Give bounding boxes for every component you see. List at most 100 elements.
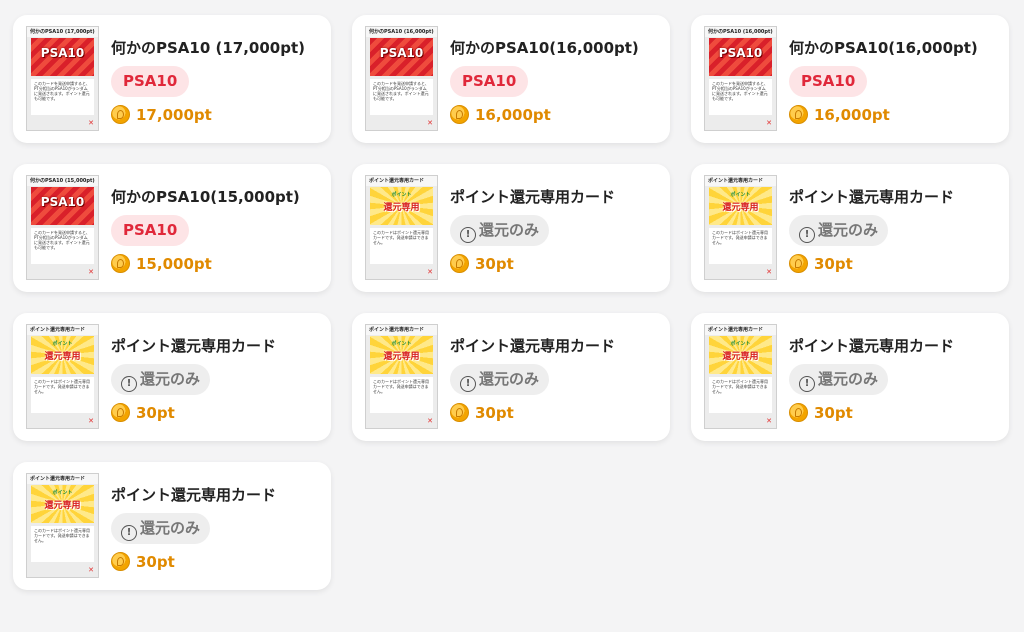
psa-badge: PSA10 <box>450 66 529 97</box>
thumbnail-description: このカードはポイント還元専用カードです。発送申請はできません。 <box>31 526 94 562</box>
card-thumbnail: ポイント還元専用カード ポイント 還元専用 このカードはポイント還元専用カードで… <box>26 473 99 578</box>
thumbnail-header: 何かのPSA10 (16,000pt) <box>366 27 437 37</box>
thumbnail-art-label: PSA10 <box>40 195 85 209</box>
price-text: 30pt <box>814 254 853 273</box>
psa-badge: PSA10 <box>111 66 190 97</box>
price-text: 30pt <box>475 254 514 273</box>
thumbnail-art-label: 還元専用 <box>722 203 759 213</box>
card-title: ポイント還元専用カード <box>111 337 277 355</box>
price-text: 30pt <box>475 403 514 422</box>
price: 30pt <box>111 403 175 422</box>
card-title: 何かのPSA10 (17,000pt) <box>111 39 306 57</box>
price-text: 30pt <box>136 552 175 571</box>
card-item[interactable]: 何かのPSA10 (17,000pt) PSA10 このカードを発送申請すると、… <box>13 15 331 143</box>
alert-icon: ! <box>460 376 476 392</box>
return-only-badge: ! 還元のみ <box>450 364 550 395</box>
coin-icon <box>789 254 808 273</box>
return-only-badge: ! 還元のみ <box>789 215 889 246</box>
alert-icon: ! <box>121 376 137 392</box>
coin-icon <box>450 105 469 124</box>
card-title: 何かのPSA10(15,000pt) <box>111 188 300 206</box>
thumbnail-art: ポイント 還元専用 <box>31 336 94 374</box>
alert-icon: ! <box>121 525 137 541</box>
thumbnail-header: 何かのPSA10 (16,000pt) <box>705 27 776 37</box>
thumbnail-header: ポイント還元専用カード <box>366 176 437 186</box>
thumbnail-header: ポイント還元専用カード <box>705 325 776 335</box>
alert-icon: ! <box>799 227 815 243</box>
card-thumbnail: ポイント還元専用カード ポイント 還元専用 このカードはポイント還元専用カードで… <box>365 324 438 429</box>
thumbnail-header: 何かのPSA10 (17,000pt) <box>27 27 98 37</box>
thumbnail-header: ポイント還元専用カード <box>366 325 437 335</box>
thumbnail-art-sub: ポイント <box>391 192 412 198</box>
thumbnail-art-sub: ポイント <box>52 490 73 496</box>
coin-icon <box>450 403 469 422</box>
card-item[interactable]: 何かのPSA10 (16,000pt) PSA10 このカードを発送申請すると、… <box>352 15 670 143</box>
card-title: ポイント還元専用カード <box>789 188 955 206</box>
thumbnail-art-label: PSA10 <box>40 46 85 60</box>
thumbnail-description: このカードはポイント還元専用カードです。発送申請はできません。 <box>709 377 772 413</box>
thumbnail-art-label: 還元専用 <box>383 203 420 213</box>
thumbnail-art-label: 還元専用 <box>722 352 759 362</box>
card-item[interactable]: 何かのPSA10 (15,000pt) PSA10 このカードを発送申請すると、… <box>13 164 331 292</box>
thumbnail-description: このカードを発送申請すると、PT分相当のPSA10がランダムに発送されます。ポイ… <box>370 79 433 115</box>
alert-icon: ! <box>460 227 476 243</box>
card-title: 何かのPSA10(16,000pt) <box>450 39 639 57</box>
card-item[interactable]: ポイント還元専用カード ポイント 還元専用 このカードはポイント還元専用カードで… <box>13 313 331 441</box>
thumbnail-description: このカードを発送申請すると、PT分相当のPSA10がランダムに発送されます。ポイ… <box>709 79 772 115</box>
thumbnail-art-label: PSA10 <box>718 46 763 60</box>
thumbnail-header: ポイント還元専用カード <box>27 474 98 484</box>
thumbnail-art-sub: ポイント <box>52 341 73 347</box>
brand-logo-icon: ✕ <box>766 417 772 425</box>
coin-icon <box>789 105 808 124</box>
brand-logo-icon: ✕ <box>766 119 772 127</box>
price: 15,000pt <box>111 254 212 273</box>
card-thumbnail: ポイント還元専用カード ポイント 還元専用 このカードはポイント還元専用カードで… <box>704 175 777 280</box>
card-grid: 何かのPSA10 (17,000pt) PSA10 このカードを発送申請すると、… <box>0 0 1024 632</box>
card-title: ポイント還元専用カード <box>111 486 277 504</box>
thumbnail-description: このカードはポイント還元専用カードです。発送申請はできません。 <box>709 228 772 264</box>
card-item[interactable]: ポイント還元専用カード ポイント 還元専用 このカードはポイント還元専用カードで… <box>13 462 331 590</box>
return-only-label: 還元のみ <box>818 221 879 239</box>
price-text: 15,000pt <box>136 254 212 273</box>
return-only-label: 還元のみ <box>479 221 540 239</box>
card-thumbnail: 何かのPSA10 (15,000pt) PSA10 このカードを発送申請すると、… <box>26 175 99 280</box>
card-item[interactable]: ポイント還元専用カード ポイント 還元専用 このカードはポイント還元専用カードで… <box>352 164 670 292</box>
card-item[interactable]: 何かのPSA10 (16,000pt) PSA10 このカードを発送申請すると、… <box>691 15 1009 143</box>
brand-logo-icon: ✕ <box>766 268 772 276</box>
thumbnail-art-label: 還元専用 <box>44 501 81 511</box>
card-title: ポイント還元専用カード <box>450 188 616 206</box>
thumbnail-art: ポイント 還元専用 <box>31 485 94 523</box>
thumbnail-art: ポイント 還元専用 <box>709 187 772 225</box>
card-item[interactable]: ポイント還元専用カード ポイント 還元専用 このカードはポイント還元専用カードで… <box>352 313 670 441</box>
thumbnail-art-sub: ポイント <box>391 341 412 347</box>
thumbnail-art: PSA10 <box>709 38 772 76</box>
price-text: 17,000pt <box>136 105 212 124</box>
price: 16,000pt <box>789 105 890 124</box>
thumbnail-header: 何かのPSA10 (15,000pt) <box>27 176 98 186</box>
card-thumbnail: ポイント還元専用カード ポイント 還元専用 このカードはポイント還元専用カードで… <box>26 324 99 429</box>
price: 30pt <box>450 254 514 273</box>
brand-logo-icon: ✕ <box>88 566 94 574</box>
thumbnail-description: このカードを発送申請すると、PT分相当のPSA10がランダムに発送されます。ポイ… <box>31 228 94 264</box>
thumbnail-art-label: 還元専用 <box>383 352 420 362</box>
card-item[interactable]: ポイント還元専用カード ポイント 還元専用 このカードはポイント還元専用カードで… <box>691 313 1009 441</box>
price: 30pt <box>111 552 175 571</box>
price-text: 16,000pt <box>475 105 551 124</box>
thumbnail-description: このカードはポイント還元専用カードです。発送申請はできません。 <box>370 228 433 264</box>
price: 17,000pt <box>111 105 212 124</box>
card-item[interactable]: ポイント還元専用カード ポイント 還元専用 このカードはポイント還元専用カードで… <box>691 164 1009 292</box>
thumbnail-header: ポイント還元専用カード <box>27 325 98 335</box>
thumbnail-art: PSA10 <box>31 187 94 225</box>
return-only-label: 還元のみ <box>140 519 201 537</box>
return-only-label: 還元のみ <box>818 370 879 388</box>
thumbnail-header: ポイント還元専用カード <box>705 176 776 186</box>
thumbnail-art-sub: ポイント <box>730 192 751 198</box>
price-text: 16,000pt <box>814 105 890 124</box>
thumbnail-description: このカードはポイント還元専用カードです。発送申請はできません。 <box>370 377 433 413</box>
coin-icon <box>111 403 130 422</box>
brand-logo-icon: ✕ <box>427 119 433 127</box>
return-only-label: 還元のみ <box>479 370 540 388</box>
thumbnail-art-label: 還元専用 <box>44 352 81 362</box>
card-title: ポイント還元専用カード <box>789 337 955 355</box>
brand-logo-icon: ✕ <box>88 268 94 276</box>
